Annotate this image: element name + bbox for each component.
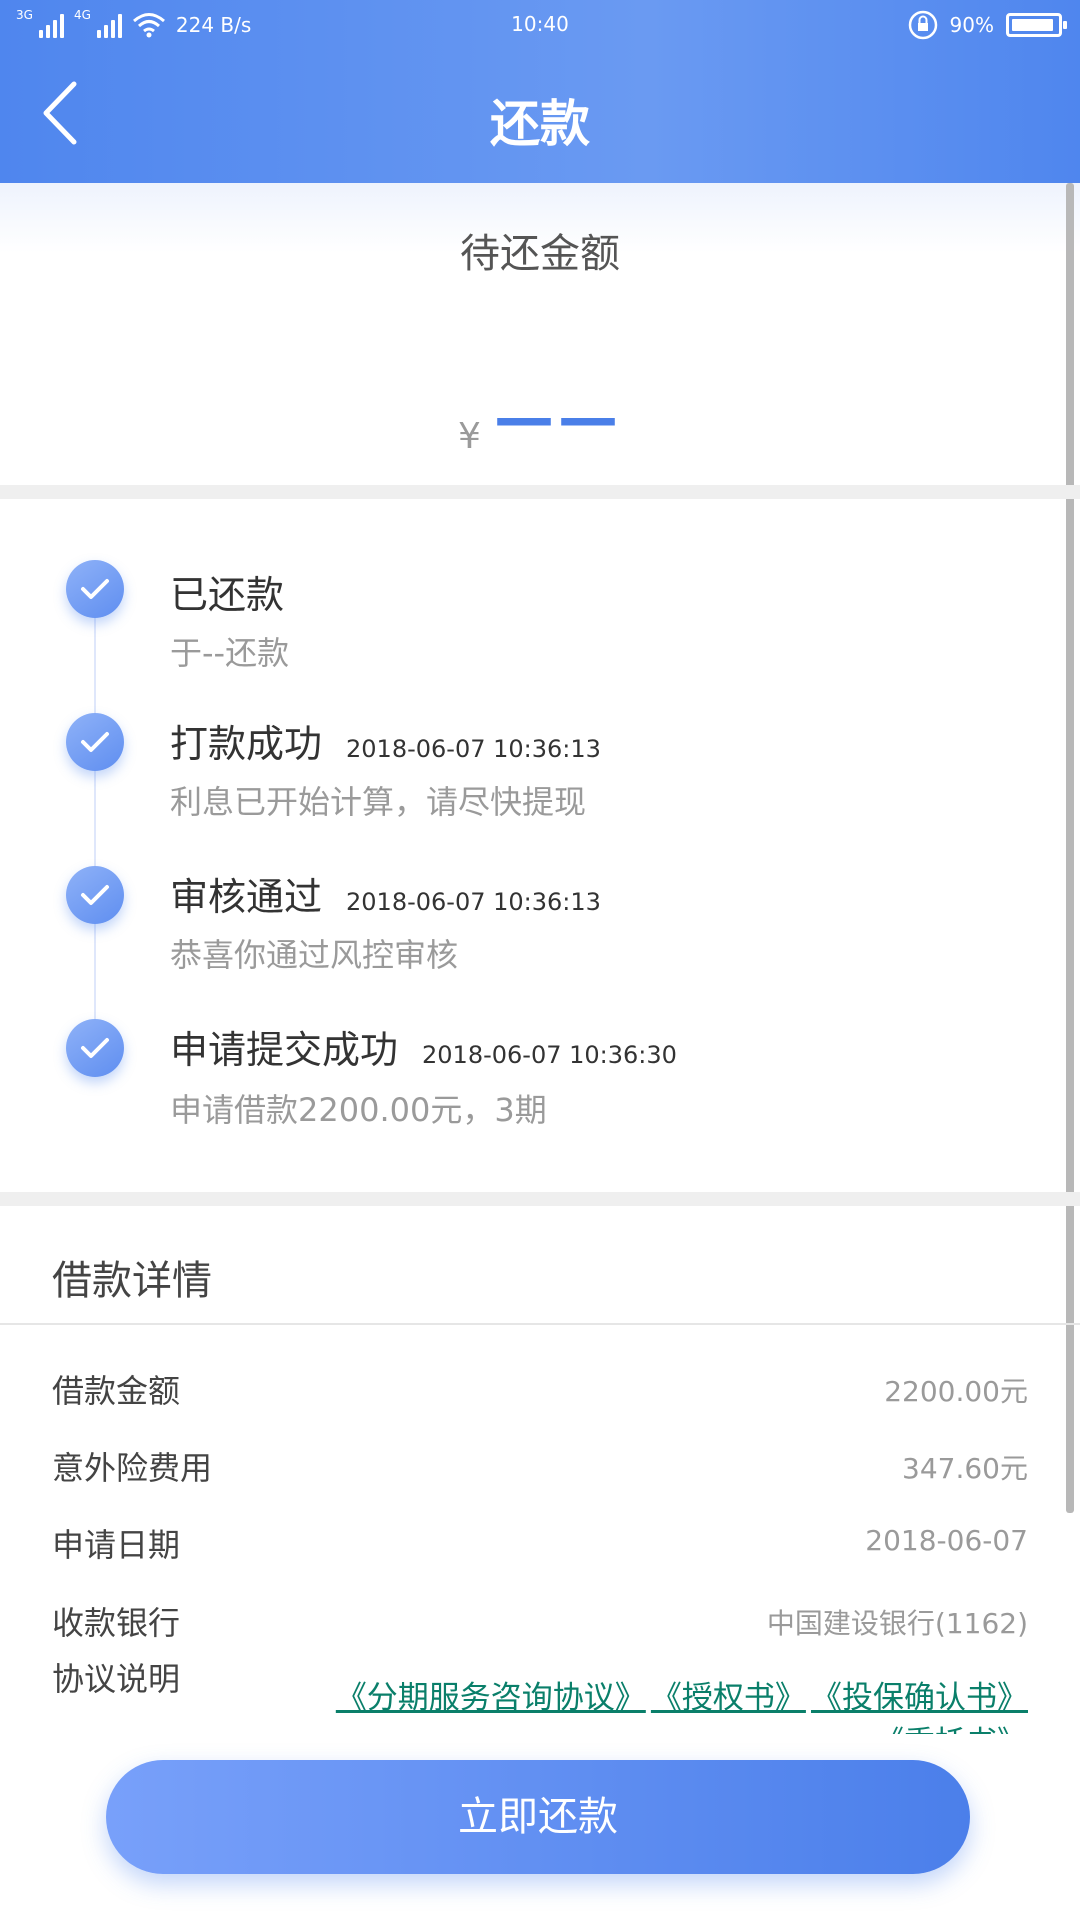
page-title: 还款 — [490, 95, 590, 153]
detail-label: 借款金额 — [52, 1372, 181, 1410]
repay-now-button[interactable]: 立即还款 — [106, 1760, 970, 1874]
check-icon — [66, 866, 124, 924]
timeline-line — [94, 600, 96, 1060]
detail-label: 意外险费用 — [52, 1449, 213, 1487]
battery-percent: 90% — [949, 13, 994, 37]
details-title: 借款详情 — [52, 1258, 212, 1304]
detail-value: 中国建设银行(1162) — [766, 1607, 1028, 1640]
battery-icon — [1006, 13, 1067, 37]
rotation-lock-icon — [908, 10, 937, 40]
detail-label: 收款银行 — [52, 1604, 181, 1642]
section-divider — [0, 1192, 1080, 1206]
agreement-links: 《分期服务咨询协议》 《授权书》 《投保确认书》 《委托书》 — [310, 1672, 1028, 1734]
detail-value: 347.60元 — [902, 1452, 1028, 1485]
step-title: 审核通过 2018-06-07 10:36:13 — [170, 875, 601, 919]
details-divider — [0, 1323, 1080, 1325]
step-description: 恭喜你通过风控审核 — [170, 936, 459, 974]
amount-label: 待还金额 — [460, 231, 620, 277]
step-title: 已还款 — [170, 573, 285, 617]
currency-symbol: ¥ — [458, 416, 481, 457]
step-description: 申请借款2200.00元，3期 — [170, 1091, 547, 1129]
section-divider — [0, 485, 1080, 499]
step-time: 2018-06-07 10:36:13 — [346, 888, 601, 916]
detail-value: 2018-06-07 — [865, 1524, 1028, 1557]
detail-value: 2200.00元 — [884, 1375, 1028, 1408]
agreement-link[interactable]: 《投保确认书》 — [811, 1680, 1028, 1716]
step-title: 申请提交成功 2018-06-07 10:36:30 — [170, 1028, 677, 1072]
detail-label: 申请日期 — [52, 1526, 181, 1564]
step-title: 打款成功 2018-06-07 10:36:13 — [170, 722, 601, 766]
agreement-label: 协议说明 — [52, 1660, 181, 1698]
step-time: 2018-06-07 10:36:30 — [422, 1041, 677, 1069]
amount-value-wrap: ¥ —— — [0, 383, 1080, 457]
check-icon — [66, 1019, 124, 1077]
check-icon — [66, 713, 124, 771]
agreement-link[interactable]: 《委托书》 — [873, 1725, 1028, 1734]
amount-value: —— — [494, 383, 622, 453]
check-icon — [66, 560, 124, 618]
step-description: 利息已开始计算，请尽快提现 — [170, 783, 587, 821]
status-bar: 3G 4G 224 B/s 10:40 90% — [0, 0, 1080, 52]
agreement-link[interactable]: 《授权书》 — [651, 1680, 806, 1716]
status-right: 90% — [908, 10, 1067, 40]
step-time: 2018-06-07 10:36:13 — [346, 735, 601, 763]
scrollbar[interactable] — [1066, 183, 1074, 1513]
amount-section: 待还金额 ¥ —— — [0, 183, 1080, 485]
step-description: 于--还款 — [170, 634, 290, 672]
agreement-link[interactable]: 《分期服务咨询协议》 — [336, 1680, 646, 1716]
header-bar: 3G 4G 224 B/s 10:40 90% 还款 — [0, 0, 1080, 183]
